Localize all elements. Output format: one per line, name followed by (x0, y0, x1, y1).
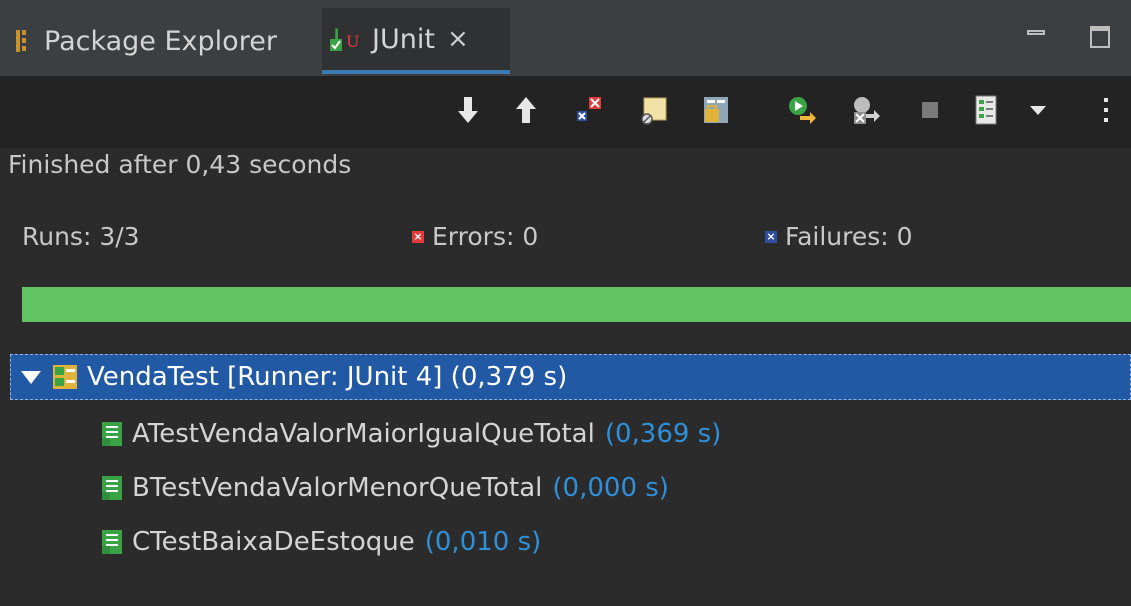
scroll-lock-button[interactable] (634, 88, 674, 132)
test-passed-icon (102, 476, 122, 500)
show-skipped-icon (704, 97, 728, 123)
tab-junit-label: JUnit (372, 23, 435, 55)
run-status-message: Finished after 0,43 seconds (8, 150, 352, 179)
failures-label: Failures: 0 (785, 222, 913, 251)
tab-package-explorer-label: Package Explorer (44, 25, 277, 57)
view-menu-icon (1104, 98, 1108, 122)
next-failure-button[interactable] (448, 88, 488, 132)
runs-label: Runs: 3/3 (22, 222, 140, 251)
test-name: ATestVendaValorMaiorIgualQueTotal (132, 419, 595, 449)
rerun-failed-first-icon (854, 97, 880, 124)
svg-text:U: U (346, 32, 359, 51)
test-run-history-icon (975, 95, 997, 125)
previous-failure-icon (516, 97, 536, 123)
close-icon[interactable]: × (447, 24, 469, 54)
rerun-test-icon (789, 97, 816, 124)
history-dropdown-icon (1030, 106, 1046, 115)
errors-label: Errors: 0 (432, 222, 539, 251)
test-passed-icon (102, 422, 122, 446)
svg-text:J: J (333, 27, 339, 43)
show-skipped-button[interactable] (696, 88, 736, 132)
test-name: BTestVendaValorMenorQueTotal (132, 473, 543, 503)
test-time: (0,010 s) (424, 527, 542, 557)
errors-counter: × Errors: 0 (412, 222, 538, 251)
test-run-history-button[interactable] (966, 88, 1006, 132)
test-name: CTestBaixaDeEstoque (132, 527, 415, 557)
test-time: (0,000 s) (552, 473, 669, 503)
failures-counter: × Failures: 0 (765, 222, 913, 251)
history-dropdown-button[interactable] (1018, 88, 1058, 132)
tree-item-test[interactable]: CTestBaixaDeEstoque (0,010 s) (100, 522, 541, 562)
previous-failure-button[interactable] (506, 88, 546, 132)
tab-junit[interactable]: J U JUnit × (322, 8, 510, 74)
expand-toggle-icon[interactable] (21, 370, 41, 384)
view-menu-button[interactable] (1086, 88, 1126, 132)
scroll-lock-icon (641, 97, 667, 125)
show-failures-only-button[interactable] (569, 88, 609, 132)
test-progress-bar (22, 287, 1131, 322)
runs-counter: Runs: 3/3 (22, 222, 140, 251)
show-failures-only-icon (577, 97, 601, 121)
tree-item-test[interactable]: ATestVendaValorMaiorIgualQueTotal (0,369… (100, 414, 721, 454)
test-suite-icon (53, 365, 77, 389)
junit-icon: J U (330, 27, 359, 51)
rerun-failed-first-button[interactable] (846, 88, 886, 132)
tree-root-label: VendaTest [Runner: JUnit 4] (0,379 s) (87, 362, 568, 392)
minimize-view-button[interactable] (1025, 24, 1051, 50)
stop-button[interactable] (910, 88, 950, 132)
tab-package-explorer[interactable]: Package Explorer (14, 8, 277, 74)
stop-icon (922, 102, 938, 118)
junit-toolbar (0, 76, 1131, 148)
tree-root-testsuite[interactable]: VendaTest [Runner: JUnit 4] (0,379 s) (10, 354, 1131, 400)
next-failure-icon (458, 97, 478, 123)
error-icon: × (412, 229, 424, 243)
test-passed-icon (102, 530, 122, 554)
maximize-view-button[interactable] (1088, 24, 1114, 50)
failure-icon: × (765, 229, 777, 243)
package-explorer-icon (16, 30, 26, 52)
view-tab-bar: Package Explorer J U JUnit × (0, 0, 1131, 76)
rerun-test-button[interactable] (782, 88, 822, 132)
test-time: (0,369 s) (604, 419, 722, 449)
tree-item-test[interactable]: BTestVendaValorMenorQueTotal (0,000 s) (100, 468, 669, 508)
